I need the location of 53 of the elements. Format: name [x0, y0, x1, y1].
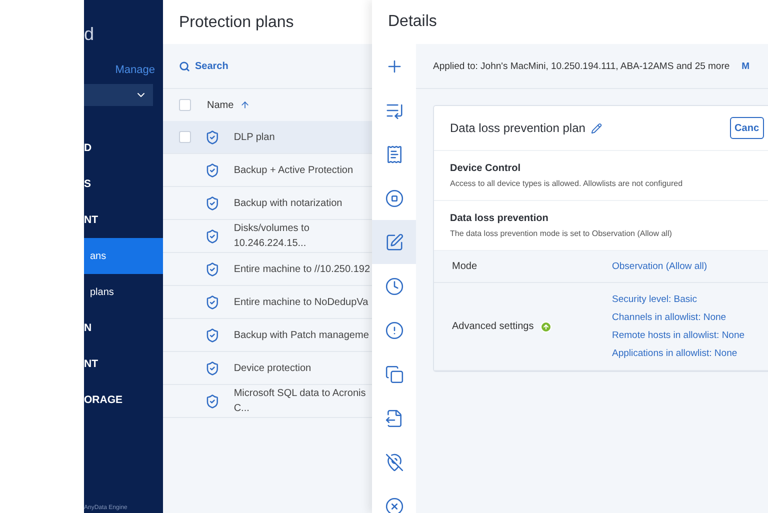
sidebar-item[interactable]: N	[84, 310, 163, 346]
sidebar-item[interactable]: ORAGE	[84, 382, 163, 418]
setting-link[interactable]: Channels in allowlist: None	[612, 312, 745, 323]
checkbox[interactable]	[179, 99, 191, 111]
plan-name: Entire machine to NoDedupVa	[234, 296, 370, 310]
shield-icon	[205, 162, 220, 178]
sidebar-item[interactable]: ans	[84, 238, 163, 274]
setting-label: Mode	[451, 261, 478, 272]
plan-name: Microsoft SQL data to Acronis C...	[234, 387, 367, 416]
setting-link[interactable]: Applications in allowlist: None	[612, 348, 745, 359]
plan-name: Backup + Active Protection	[234, 164, 354, 178]
plan-name: Device protection	[234, 362, 312, 376]
panel-title: Details	[372, 0, 768, 44]
sidebar-item[interactable]: NT	[84, 346, 163, 382]
setting-label: Advanced settings	[452, 321, 534, 332]
shield-icon	[205, 394, 220, 408]
panel-title: Protection plans	[163, 0, 372, 44]
edit-icon[interactable]	[372, 220, 416, 264]
pencil-icon[interactable]	[591, 122, 602, 134]
shield-icon	[205, 228, 220, 244]
sidebar-item[interactable]: D	[84, 130, 163, 166]
logo-text: d	[84, 23, 96, 46]
manage-link[interactable]: Manage	[115, 64, 155, 76]
applied-to-text: Applied to: John's MacMini, 10.250.194.111, ABA-12AMS and 25 more	[433, 60, 730, 72]
checkbox[interactable]	[179, 131, 191, 143]
sidebar-item[interactable]: plans	[84, 274, 163, 310]
search-icon	[179, 60, 190, 72]
shield-icon	[205, 328, 220, 342]
shield-icon	[205, 130, 220, 144]
more-link[interactable]: M	[742, 60, 750, 72]
setting-link[interactable]: Remote hosts in allowlist: None	[612, 330, 745, 341]
shield-icon	[205, 262, 220, 276]
plan-title: Data loss prevention plan	[450, 121, 586, 135]
plan-name: Entire machine to //10.250.192	[234, 262, 372, 276]
section-title: Device Control	[450, 163, 522, 174]
plan-name: Backup with notarization	[234, 196, 344, 210]
setting-link[interactable]: Security level: Basic	[612, 294, 745, 305]
cancel-button[interactable]: Canc	[730, 117, 764, 139]
sidebar-item[interactable]: NT	[84, 202, 163, 238]
sort-icon	[240, 100, 250, 110]
mode-link[interactable]: Observation (Allow all)	[612, 261, 708, 272]
column-header[interactable]: Name	[207, 100, 234, 110]
plan-name: Backup with Patch manageme	[234, 328, 370, 342]
shield-icon	[205, 294, 220, 310]
plan-name: Disks/volumes to 10.246.224.15...	[234, 222, 310, 251]
plan-row[interactable]: DLP plan	[163, 121, 372, 154]
sidebar-item[interactable]: S	[84, 166, 163, 202]
plan-name: DLP plan	[234, 130, 276, 144]
section-description: Access to all device types is allowed. Allowlists are not configured	[450, 179, 684, 188]
section-title: Data loss prevention	[450, 213, 550, 224]
shield-icon	[205, 360, 220, 376]
section-description: The data loss prevention mode is set to Observation (Allow all)	[450, 229, 673, 238]
shield-icon	[205, 196, 220, 210]
